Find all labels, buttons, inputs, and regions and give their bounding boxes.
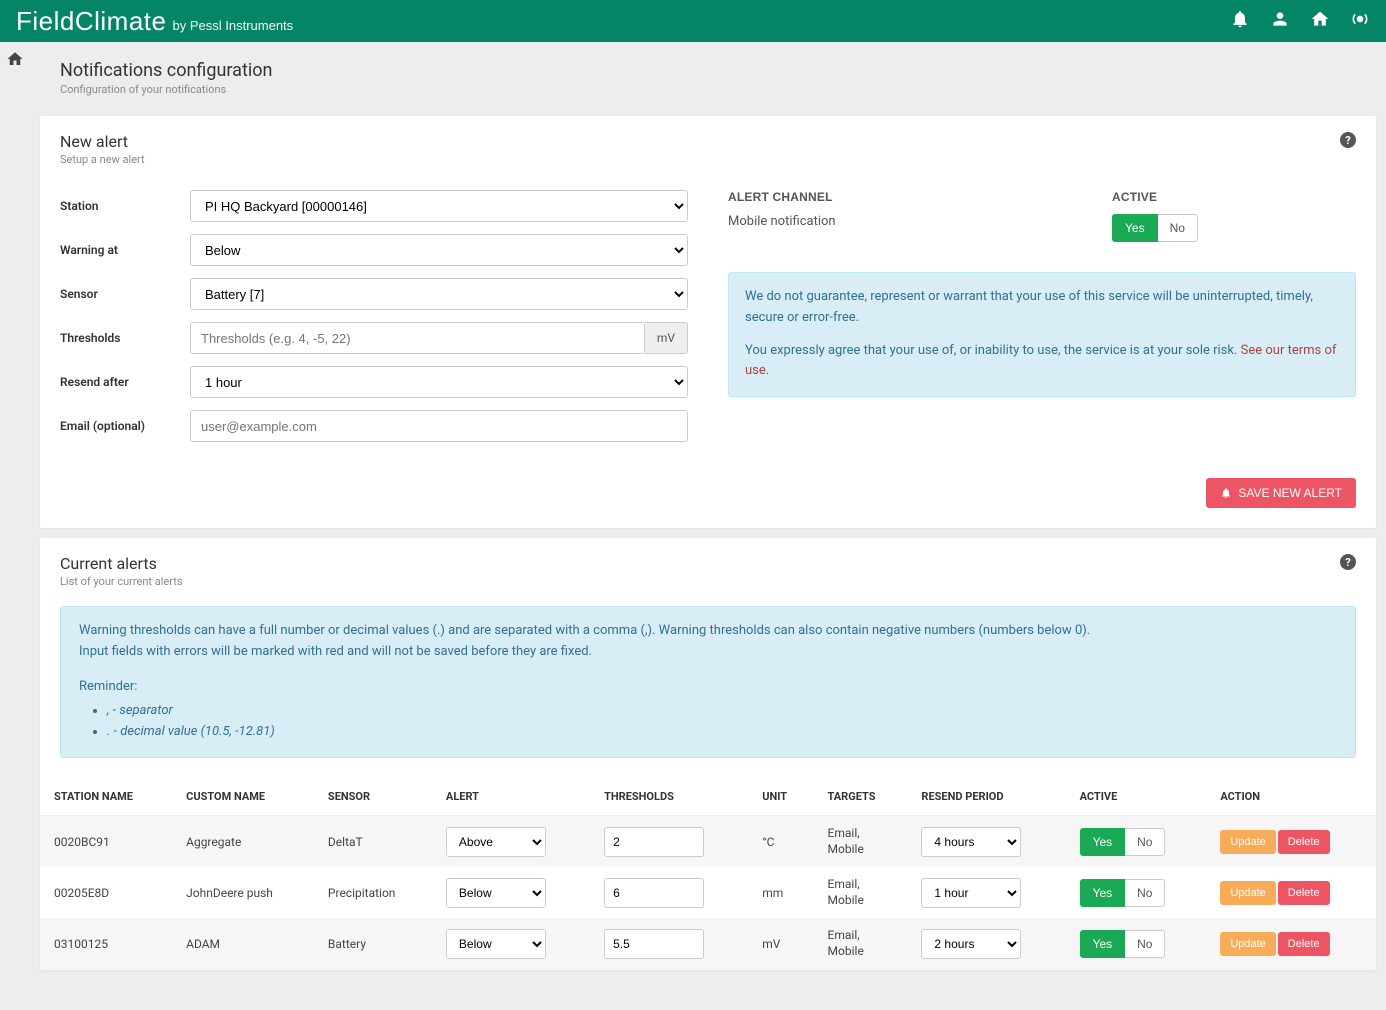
delete-button[interactable]: Delete — [1278, 881, 1330, 905]
table-row: 0020BC91AggregateDeltaT Above °CEmail,Mobi… — [40, 815, 1376, 867]
thresholds-input[interactable] — [190, 322, 645, 354]
cell-targets: Email,Mobile — [814, 918, 908, 969]
threshold-input[interactable] — [604, 929, 704, 959]
toggle-yes[interactable]: Yes — [1112, 214, 1158, 242]
cell-unit: mm — [748, 867, 813, 918]
sensor-label: Sensor — [60, 287, 190, 301]
cell-targets: Email,Mobile — [814, 815, 908, 867]
table-row: 03100125ADAMBattery Below mVEmail,Mobile 2 … — [40, 918, 1376, 969]
cell-unit: °C — [748, 815, 813, 867]
page-subtitle: Configuration of your notifications — [60, 83, 1356, 96]
toggle-yes[interactable]: Yes — [1080, 828, 1126, 856]
th-unit: UNIT — [748, 778, 813, 816]
th-resend: RESEND PERIOD — [907, 778, 1065, 816]
update-button[interactable]: Update — [1220, 830, 1275, 854]
cell-sensor: DeltaT — [314, 815, 432, 867]
sidebar — [0, 42, 30, 1010]
new-alert-card: New alert Setup a new alert ? Station PI… — [40, 116, 1376, 528]
cell-station: 03100125 — [40, 918, 172, 969]
toggle-no[interactable]: No — [1125, 879, 1165, 907]
alerts-table: STATION NAME CUSTOM NAME SENSOR ALERT TH… — [40, 778, 1376, 970]
th-station: STATION NAME — [40, 778, 172, 816]
toggle-no[interactable]: No — [1125, 828, 1165, 856]
email-label: Email (optional) — [60, 419, 190, 433]
brand: FieldClimate by Pessl Instruments — [16, 6, 293, 37]
th-targets: TARGETS — [814, 778, 908, 816]
threshold-input[interactable] — [604, 878, 704, 908]
main-content: Notifications configuration Configuratio… — [30, 42, 1386, 1010]
unit-addon: mV — [645, 322, 688, 354]
th-thresholds: THRESHOLDS — [590, 778, 748, 816]
alert-select[interactable]: Above — [446, 827, 546, 857]
delete-button[interactable]: Delete — [1278, 932, 1330, 956]
new-alert-title: New alert — [60, 132, 145, 151]
email-input[interactable] — [190, 410, 688, 442]
thresholds-info: Warning thresholds can have a full numbe… — [60, 606, 1356, 758]
cell-station: 0020BC91 — [40, 815, 172, 867]
brand-sub: by Pessl Instruments — [173, 18, 294, 33]
page-header: Notifications configuration Configuratio… — [40, 42, 1376, 106]
bell-icon[interactable] — [1230, 9, 1250, 33]
disclaimer-box: We do not guarantee, represent or warran… — [728, 272, 1356, 397]
active-toggle: Yes No — [1112, 214, 1356, 242]
th-custom: CUSTOM NAME — [172, 778, 314, 816]
disclaimer-line1: We do not guarantee, represent or warran… — [745, 287, 1339, 329]
current-alerts-title: Current alerts — [60, 554, 183, 573]
person-icon[interactable] — [1270, 9, 1290, 33]
warning-select[interactable]: Below — [190, 234, 688, 266]
topbar: FieldClimate by Pessl Instruments — [0, 0, 1386, 42]
current-alerts-subtitle: List of your current alerts — [60, 575, 183, 588]
resend-label: Resend after — [60, 375, 190, 389]
resend-select[interactable]: 4 hours — [921, 827, 1021, 857]
th-sensor: SENSOR — [314, 778, 432, 816]
toggle-no[interactable]: No — [1158, 214, 1198, 242]
cell-station: 00205E8D — [40, 867, 172, 918]
table-row: 00205E8DJohnDeere pushPrecipitation Below… — [40, 867, 1376, 918]
toggle-yes[interactable]: Yes — [1080, 930, 1126, 958]
new-alert-subtitle: Setup a new alert — [60, 153, 145, 166]
delete-button[interactable]: Delete — [1278, 830, 1330, 854]
brand-main: FieldClimate — [16, 6, 167, 37]
toggle-yes[interactable]: Yes — [1080, 879, 1126, 907]
save-new-alert-button[interactable]: SAVE NEW ALERT — [1206, 478, 1356, 508]
channel-section-label: ALERT CHANNEL — [728, 190, 972, 204]
threshold-input[interactable] — [604, 827, 704, 857]
alert-select[interactable]: Below — [446, 878, 546, 908]
th-alert: ALERT — [432, 778, 590, 816]
cell-targets: Email,Mobile — [814, 867, 908, 918]
th-action: ACTION — [1206, 778, 1376, 816]
help-icon[interactable]: ? — [1340, 132, 1356, 148]
resend-select[interactable]: 2 hours — [921, 929, 1021, 959]
resend-select[interactable]: 1 hour — [190, 366, 688, 398]
help-icon[interactable]: ? — [1340, 554, 1356, 570]
toggle-no[interactable]: No — [1125, 930, 1165, 958]
resend-select[interactable]: 1 hour — [921, 878, 1021, 908]
active-section-label: ACTIVE — [1112, 190, 1356, 204]
home-icon[interactable] — [1310, 9, 1330, 33]
broadcast-icon[interactable] — [1350, 9, 1370, 33]
station-label: Station — [60, 199, 190, 213]
update-button[interactable]: Update — [1220, 881, 1275, 905]
disclaimer-line2: You expressly agree that your use of, or… — [745, 343, 1241, 358]
page-title: Notifications configuration — [60, 60, 1356, 81]
topbar-icons — [1230, 9, 1370, 33]
cell-custom: JohnDeere push — [172, 867, 314, 918]
th-active: ACTIVE — [1066, 778, 1207, 816]
sensor-select[interactable]: Battery [7] — [190, 278, 688, 310]
cell-custom: ADAM — [172, 918, 314, 969]
cell-unit: mV — [748, 918, 813, 969]
channel-name: Mobile notification — [728, 214, 972, 229]
current-alerts-card: Current alerts List of your current aler… — [40, 538, 1376, 970]
warning-label: Warning at — [60, 243, 190, 257]
home-icon[interactable] — [6, 56, 24, 72]
bell-icon — [1220, 487, 1232, 499]
thresholds-label: Thresholds — [60, 331, 190, 345]
alert-select[interactable]: Below — [446, 929, 546, 959]
cell-custom: Aggregate — [172, 815, 314, 867]
update-button[interactable]: Update — [1220, 932, 1275, 956]
cell-sensor: Precipitation — [314, 867, 432, 918]
cell-sensor: Battery — [314, 918, 432, 969]
station-select[interactable]: PI HQ Backyard [00000146] — [190, 190, 688, 222]
